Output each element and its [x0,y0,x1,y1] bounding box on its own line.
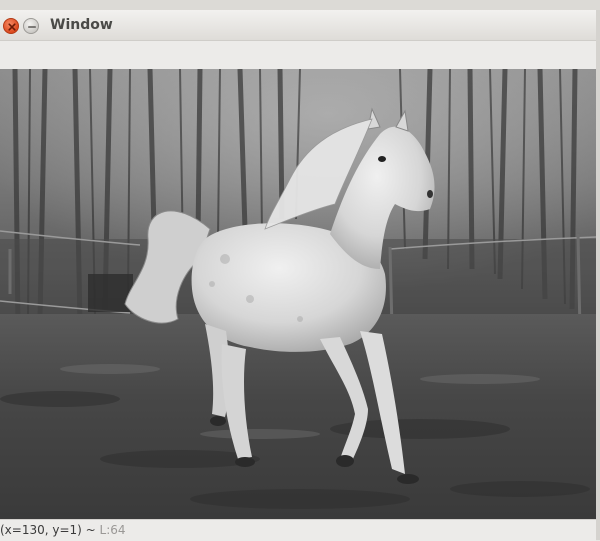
close-button[interactable] [3,18,19,34]
close-icon [8,23,16,31]
window-top-edge [0,0,600,10]
cursor-coordinates: (x=130, y=1) [0,523,82,537]
pixel-value: L:64 [99,523,126,537]
status-separator: ~ [81,523,100,537]
image-view[interactable] [0,69,596,519]
status-bar: (x=130, y=1) ~ L:64 [0,519,596,541]
minimize-button[interactable] [23,18,39,34]
horse-photo [0,69,596,519]
window-title: Window [50,17,113,33]
window-right-edge [596,10,600,540]
minimize-icon [28,26,36,28]
toolbar [0,41,596,69]
